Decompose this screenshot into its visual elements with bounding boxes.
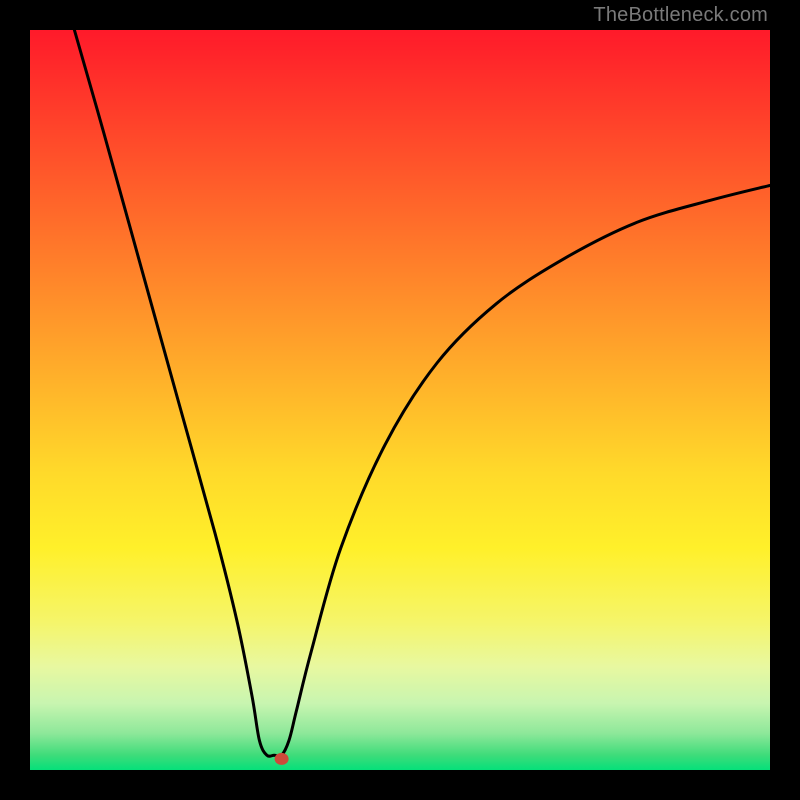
chart-stage: TheBottleneck.com: [0, 0, 800, 800]
chart-overlay: [30, 30, 770, 770]
bottleneck-curve: [74, 30, 770, 756]
watermark-label: TheBottleneck.com: [593, 4, 768, 27]
minimum-marker: [275, 753, 289, 765]
